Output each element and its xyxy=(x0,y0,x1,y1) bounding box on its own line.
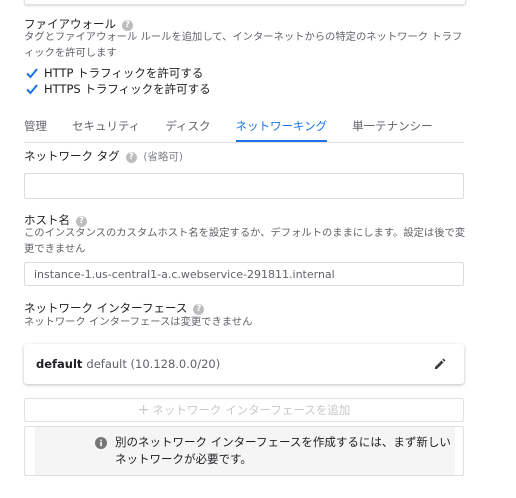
add-network-interface-label: ネットワーク インターフェースを追加 xyxy=(152,403,351,417)
tab-networking[interactable]: ネットワーキング xyxy=(235,115,328,142)
checkbox-check-icon[interactable] xyxy=(26,67,38,79)
plus-icon: + xyxy=(137,402,150,418)
network-interface-summary: default default (10.128.0.0/20) xyxy=(36,357,220,371)
optional-label: (省略可) xyxy=(143,151,184,163)
network-tags-value xyxy=(25,174,463,184)
network-tags-label: ネットワーク タグ xyxy=(24,149,120,163)
previous-section-card xyxy=(24,0,466,5)
hostname-description: このインスタンスのカスタムホスト名を設定するか、デフォルトのままにします。設定は… xyxy=(24,227,466,255)
network-tags-heading: ネットワーク タグ? (省略可) xyxy=(24,148,183,164)
tab-security[interactable]: セキュリティ xyxy=(72,115,140,143)
hostname-value: instance-1.us-central1-a.c.webservice-29… xyxy=(34,268,335,281)
network-interface-detail: default (10.128.0.0/20) xyxy=(86,357,221,371)
https-checkbox-label: HTTPS トラフィックを許可する xyxy=(44,82,211,96)
https-checkbox-row[interactable]: HTTPS トラフィックを許可する xyxy=(26,81,211,97)
info-message-panel: 別のネットワーク インターフェースを作成するには、まず新しいネットワークが必要で… xyxy=(35,427,455,475)
network-tags-input[interactable] xyxy=(24,173,464,199)
tab-sole-tenancy[interactable]: 単一テナンシー xyxy=(352,115,433,143)
info-message-box: 別のネットワーク インターフェースを作成するには、まず新しいネットワークが必要で… xyxy=(24,426,464,476)
network-interface-description: ネットワーク インターフェースは変更できません xyxy=(24,316,253,328)
edit-pencil-icon[interactable] xyxy=(434,358,446,370)
checkbox-check-icon[interactable] xyxy=(26,83,38,95)
info-icon xyxy=(95,437,107,449)
http-checkbox-label: HTTP トラフィックを許可する xyxy=(44,66,204,80)
tab-divider xyxy=(24,142,464,143)
network-interface-name: default xyxy=(36,357,83,371)
http-checkbox-row[interactable]: HTTP トラフィックを許可する xyxy=(26,65,203,81)
help-icon[interactable]: ? xyxy=(125,152,137,163)
network-interface-label: ネットワーク インターフェース xyxy=(24,301,188,315)
add-network-interface-button[interactable]: + ネットワーク インターフェースを追加 xyxy=(24,398,464,422)
firewall-description: タグとファイアウォール ルールを追加して、インターネットからの特定のネットワーク… xyxy=(24,31,463,59)
tab-bar: 管理 セキュリティ ディスク ネットワーキング 単一テナンシー xyxy=(24,115,464,143)
tab-disks[interactable]: ディスク xyxy=(165,115,210,143)
tab-management[interactable]: 管理 xyxy=(24,115,47,143)
info-message-text: 別のネットワーク インターフェースを作成するには、まず新しいネットワークが必要で… xyxy=(115,435,451,466)
hostname-input[interactable]: instance-1.us-central1-a.c.webservice-29… xyxy=(24,262,464,286)
network-interface-card[interactable]: default default (10.128.0.0/20) xyxy=(24,344,464,384)
